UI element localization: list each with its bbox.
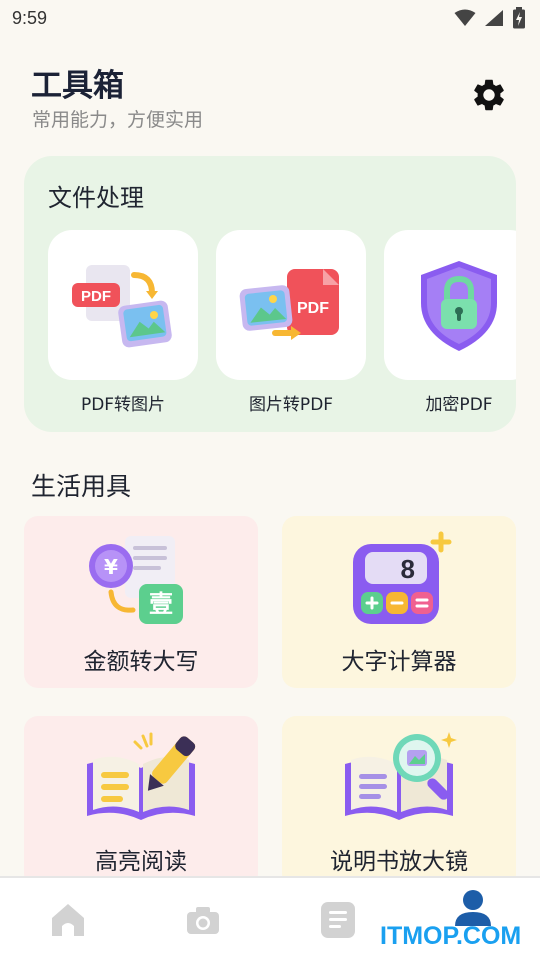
- home-icon: [51, 904, 84, 936]
- pdf-to-image-tile[interactable]: PDF: [48, 230, 198, 380]
- pdf-to-image-label: PDF转图片: [80, 395, 166, 415]
- amount-to-uppercase-card[interactable]: ¥ 壹 金额转大写: [24, 516, 258, 688]
- image-to-pdf-icon: PDF: [239, 269, 339, 340]
- file-section-title: 文件处理: [48, 184, 144, 212]
- file-section: 文件处理 PDF PDF转图片 PDF 图片转PDF 加密PDF: [24, 156, 516, 432]
- capital-numeral-glyph: 壹: [149, 590, 173, 618]
- document-icon: [320, 902, 355, 938]
- nav-camera[interactable]: [135, 878, 270, 960]
- encrypt-pdf-label: 加密PDF: [425, 395, 493, 415]
- image-to-pdf-tool[interactable]: PDF 图片转PDF: [216, 230, 366, 415]
- status-time: 9:59: [12, 7, 48, 28]
- encrypt-pdf-tile[interactable]: [384, 230, 516, 380]
- pdf-to-image-icon: PDF: [72, 265, 172, 348]
- calculator-icon: 8: [353, 531, 452, 624]
- pdf-to-image-tool[interactable]: PDF PDF转图片: [48, 230, 198, 415]
- highlight-book-icon: [87, 732, 196, 820]
- status-bar: 9:59: [0, 0, 540, 36]
- pdf-badge-text-2: PDF: [297, 300, 329, 317]
- amount-to-uppercase-label: 金额转大写: [83, 649, 199, 675]
- watermark-text: ITMOP.COM: [380, 922, 522, 950]
- lock-shield-icon: [421, 261, 497, 351]
- image-to-pdf-label: 图片转PDF: [248, 395, 334, 415]
- calculator-display: 8: [401, 554, 415, 584]
- page-title: 工具箱: [31, 68, 124, 104]
- yuan-glyph: ¥: [104, 555, 118, 579]
- yuan-convert-icon: ¥ 壹: [89, 536, 183, 624]
- highlight-reading-label: 高亮阅读: [95, 849, 187, 875]
- large-calculator-card[interactable]: 8 大字计算器: [282, 516, 516, 688]
- manual-magnifier-label: 说明书放大镜: [330, 849, 468, 875]
- life-section-title: 生活用具: [31, 472, 132, 501]
- gear-icon[interactable]: [470, 76, 508, 114]
- battery-charging-icon: [513, 7, 525, 29]
- page-subtitle: 常用能力，方便实用: [32, 109, 204, 131]
- manual-magnifier-card[interactable]: 说明书放大镜: [282, 716, 516, 888]
- signal-icon: [485, 10, 503, 26]
- wifi-icon: [454, 9, 476, 26]
- status-icons: [454, 7, 526, 29]
- image-to-pdf-tile[interactable]: PDF: [216, 230, 366, 380]
- pdf-badge-text: PDF: [81, 288, 111, 305]
- encrypt-pdf-tool[interactable]: 加密PDF: [384, 230, 516, 415]
- highlight-reading-card[interactable]: 高亮阅读: [24, 716, 258, 888]
- magnifier-book-icon: [345, 732, 457, 820]
- camera-icon: [186, 907, 219, 934]
- large-calculator-label: 大字计算器: [341, 649, 457, 675]
- nav-home[interactable]: [0, 878, 135, 960]
